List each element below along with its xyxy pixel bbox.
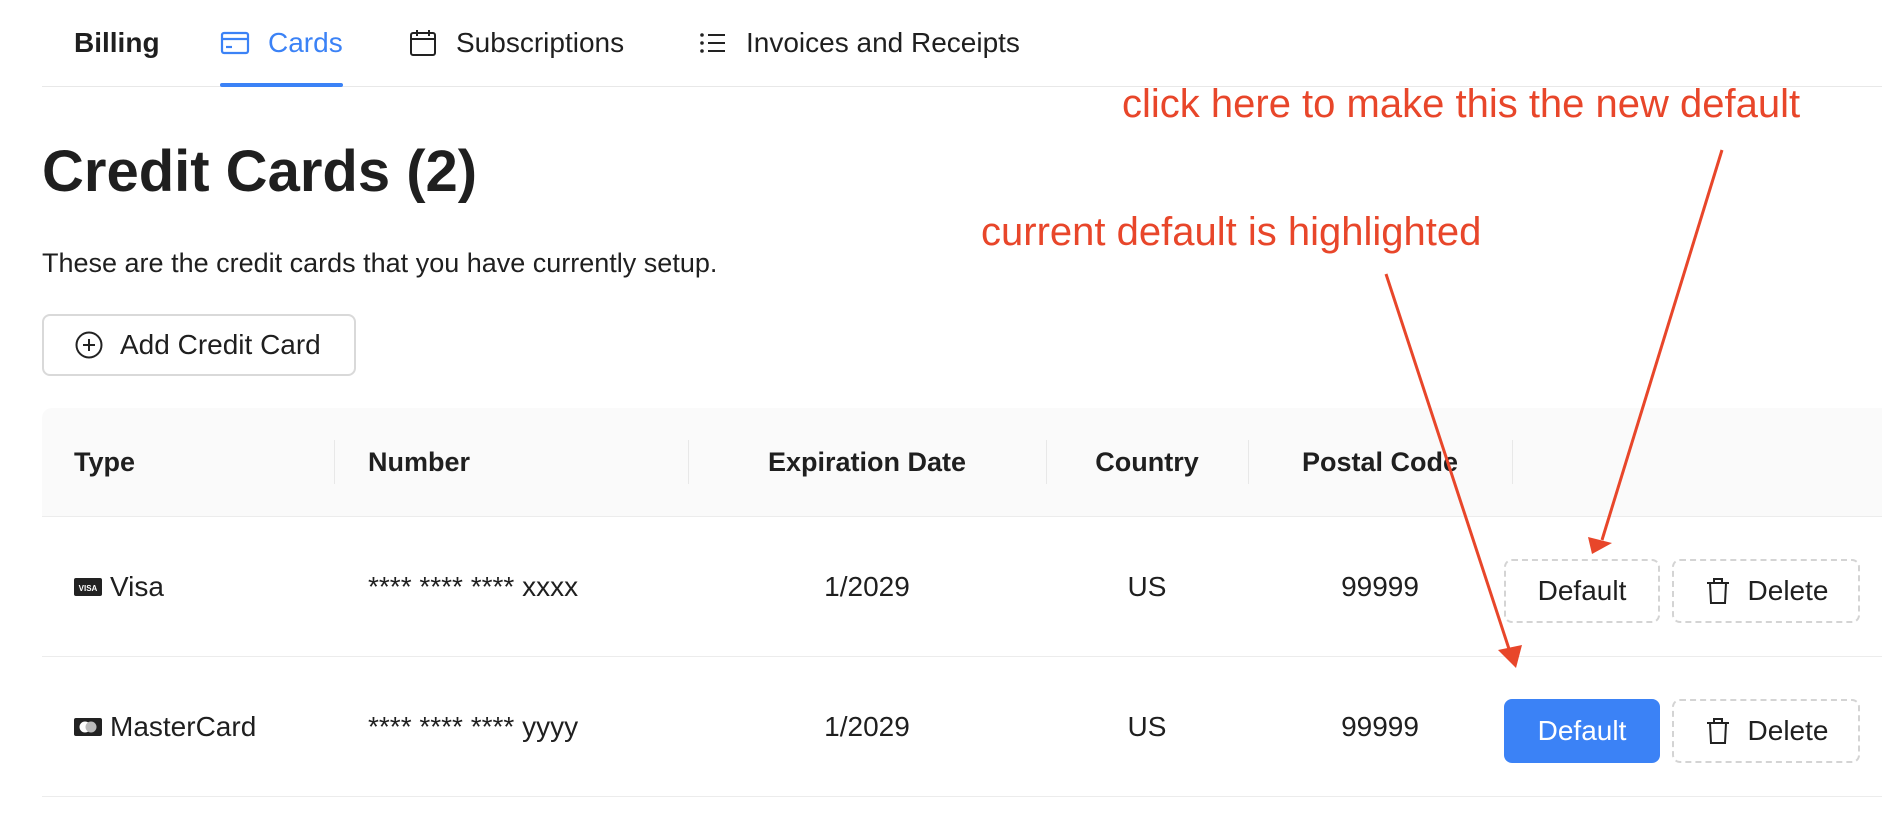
arrow-head (1588, 537, 1612, 554)
annotation-arrows (1384, 149, 1724, 668)
arrow-to-set-default (1600, 149, 1724, 541)
arrow-head (1498, 645, 1522, 668)
arrow-to-current-default (1384, 273, 1512, 653)
